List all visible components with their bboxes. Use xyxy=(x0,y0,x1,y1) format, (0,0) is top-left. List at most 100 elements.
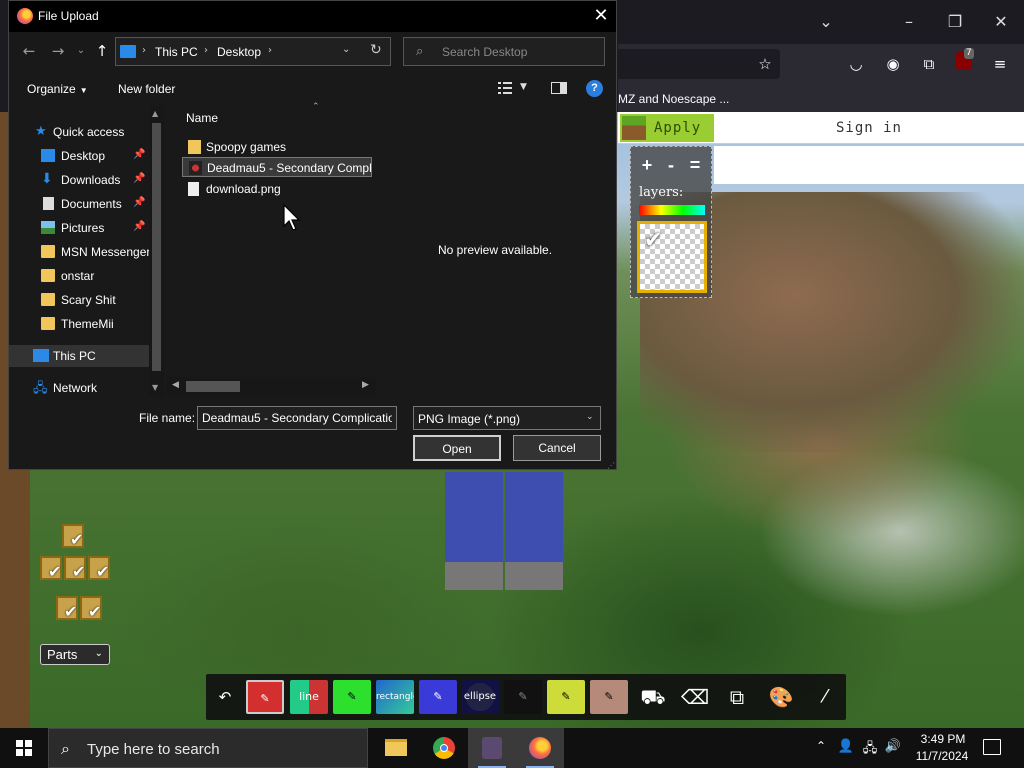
add-layer-button[interactable]: + xyxy=(637,155,657,175)
merge-layer-button[interactable]: = xyxy=(685,155,705,175)
layer-thumbnail[interactable]: ✔ xyxy=(637,221,707,293)
file-row-deadmau5[interactable]: Deadmau5 - Secondary Complications xyxy=(182,157,372,177)
file-name-input[interactable] xyxy=(197,406,397,430)
close-window-icon[interactable]: ✕ xyxy=(989,10,1013,34)
refresh-icon[interactable]: ↻ xyxy=(370,42,382,58)
open-button[interactable]: Open xyxy=(413,435,501,461)
nav-msn-messenger[interactable]: MSN Messenger xyxy=(9,241,150,263)
extensions-icon[interactable]: ⧉ xyxy=(917,52,941,76)
close-icon[interactable]: ✕ xyxy=(587,3,615,29)
brush-tool[interactable]: ✎ xyxy=(333,680,371,714)
organize-button[interactable]: Organize ▼ xyxy=(27,82,88,96)
start-button[interactable] xyxy=(0,728,48,768)
part-left-arm[interactable]: ✔ xyxy=(88,556,110,581)
account-icon[interactable]: ◉ xyxy=(881,52,905,76)
skin-pen-tool[interactable]: ✎ xyxy=(590,680,628,714)
nav-documents[interactable]: Documents 📌 xyxy=(9,193,149,215)
people-icon[interactable]: 👤 xyxy=(837,739,855,757)
clock-date[interactable]: 11/7/2024 xyxy=(912,749,972,763)
file-row-spoopy-games[interactable]: Spoopy games xyxy=(182,137,372,157)
view-caret-icon[interactable]: ▼ xyxy=(520,82,527,92)
file-explorer-app[interactable] xyxy=(372,728,420,768)
layer-color-strip[interactable] xyxy=(639,205,705,215)
dialog-title-bar[interactable]: File Upload ✕ xyxy=(9,1,616,32)
bookmark-item[interactable]: MZ and Noescape ... xyxy=(618,92,729,106)
list-all-tabs-icon[interactable]: ⌄ xyxy=(814,10,838,34)
nav-thememii[interactable]: ThemeMii xyxy=(9,313,149,335)
up-arrow-icon[interactable]: ↑ xyxy=(90,39,114,63)
layers-tool-icon[interactable]: ⧉ xyxy=(718,680,756,714)
dark-pen-tool[interactable]: ✎ xyxy=(504,680,542,714)
nav-onstar[interactable]: onstar xyxy=(9,265,149,287)
chevron-down-icon[interactable]: ⌄ xyxy=(342,44,350,55)
pocket-icon[interactable]: ◡ xyxy=(844,52,868,76)
taskbar-search-input[interactable] xyxy=(87,739,357,759)
parts-dropdown[interactable]: Parts ⌄ xyxy=(40,644,110,665)
game-app[interactable] xyxy=(468,728,516,768)
shade-tool[interactable]: ✎ xyxy=(419,680,457,714)
breadcrumb-this-pc[interactable]: This PC xyxy=(155,45,198,59)
volume-icon[interactable]: 🔊 xyxy=(884,739,902,757)
show-hidden-icons-icon[interactable]: ⌃ xyxy=(816,739,826,753)
taskbar-search[interactable]: ⌕ xyxy=(48,728,368,768)
part-right-arm[interactable]: ✔ xyxy=(40,556,62,581)
column-header-name[interactable]: Name xyxy=(186,111,218,125)
scrollbar-thumb[interactable] xyxy=(186,381,240,392)
eraser-icon[interactable]: ⌫ xyxy=(676,680,714,714)
app-menu-icon[interactable]: ≡ xyxy=(988,52,1012,76)
breadcrumb-desktop[interactable]: Desktop xyxy=(217,45,261,59)
resize-grip-icon[interactable]: ⋰ xyxy=(607,461,615,470)
help-icon[interactable]: ? xyxy=(586,80,603,97)
nav-desktop[interactable]: Desktop 📌 xyxy=(9,145,149,167)
preview-pane-icon[interactable] xyxy=(551,82,567,94)
view-options-icon[interactable] xyxy=(497,80,513,96)
remove-layer-button[interactable]: - xyxy=(661,155,681,175)
back-arrow-icon[interactable]: ← xyxy=(17,39,41,63)
sign-in-link[interactable]: Sign in xyxy=(714,114,1024,142)
nav-pictures[interactable]: Pictures 📌 xyxy=(9,217,149,239)
file-type-select[interactable]: PNG Image (*.png) ⌄ xyxy=(413,406,601,430)
new-folder-button[interactable]: New folder xyxy=(118,82,175,96)
nav-downloads[interactable]: ⬇ Downloads 📌 xyxy=(9,169,149,191)
nav-this-pc[interactable]: This PC xyxy=(9,345,149,367)
chrome-app[interactable] xyxy=(420,728,468,768)
part-head[interactable]: ✔ xyxy=(62,524,84,549)
part-right-leg[interactable]: ✔ xyxy=(56,596,78,621)
palette-icon[interactable]: 🎨 xyxy=(762,680,800,714)
scroll-right-icon[interactable]: ▶ xyxy=(362,380,369,390)
search-input[interactable] xyxy=(442,43,600,61)
fill-bucket-icon[interactable]: ⛟ xyxy=(634,680,672,714)
nav-network[interactable]: 🖧 Network xyxy=(9,377,149,397)
line-tool[interactable]: line xyxy=(290,680,328,714)
address-bar[interactable]: › This PC › Desktop › ⌄ ↻ xyxy=(115,37,391,66)
scroll-left-icon[interactable]: ◀ xyxy=(172,380,179,390)
search-box[interactable]: ⌕ xyxy=(403,37,605,66)
clock-time[interactable]: 3:49 PM xyxy=(918,732,968,746)
eyedropper-icon[interactable]: ⁄ xyxy=(806,680,844,714)
scroll-up-icon[interactable]: ▲ xyxy=(152,109,158,118)
nav-scary-shit[interactable]: Scary Shit xyxy=(9,289,149,311)
minimize-icon[interactable]: – xyxy=(897,10,921,34)
pencil-tool[interactable]: ✎ xyxy=(246,680,284,714)
ellipse-tool[interactable]: ellipse xyxy=(461,680,499,714)
bookmark-star-icon[interactable]: ☆ xyxy=(753,52,777,76)
restore-icon[interactable]: ❐ xyxy=(943,10,967,34)
ublock-icon[interactable]: 7 xyxy=(952,48,976,76)
horizontal-scrollbar[interactable]: ◀ ▶ xyxy=(166,377,376,395)
cancel-button[interactable]: Cancel xyxy=(513,435,601,461)
file-row-download-png[interactable]: download.png xyxy=(182,179,372,199)
notification-icon[interactable] xyxy=(983,739,1001,755)
apply-button[interactable]: Apply xyxy=(620,114,714,142)
nav-scrollbar[interactable]: ▲ ▼ xyxy=(149,105,164,397)
firefox-app[interactable] xyxy=(516,728,564,768)
scrollbar-thumb[interactable] xyxy=(152,123,161,371)
highlight-tool[interactable]: ✎ xyxy=(547,680,585,714)
nav-quick-access[interactable]: ★ Quick access xyxy=(9,121,149,143)
scroll-down-icon[interactable]: ▼ xyxy=(152,383,158,392)
forward-arrow-icon[interactable]: → xyxy=(46,39,70,63)
rectangle-tool[interactable]: rectangle xyxy=(376,680,414,714)
undo-icon[interactable]: ↶ xyxy=(212,680,238,714)
part-body[interactable]: ✔ xyxy=(64,556,86,581)
part-left-leg[interactable]: ✔ xyxy=(80,596,102,621)
network-icon[interactable]: 🖧 xyxy=(861,739,879,757)
